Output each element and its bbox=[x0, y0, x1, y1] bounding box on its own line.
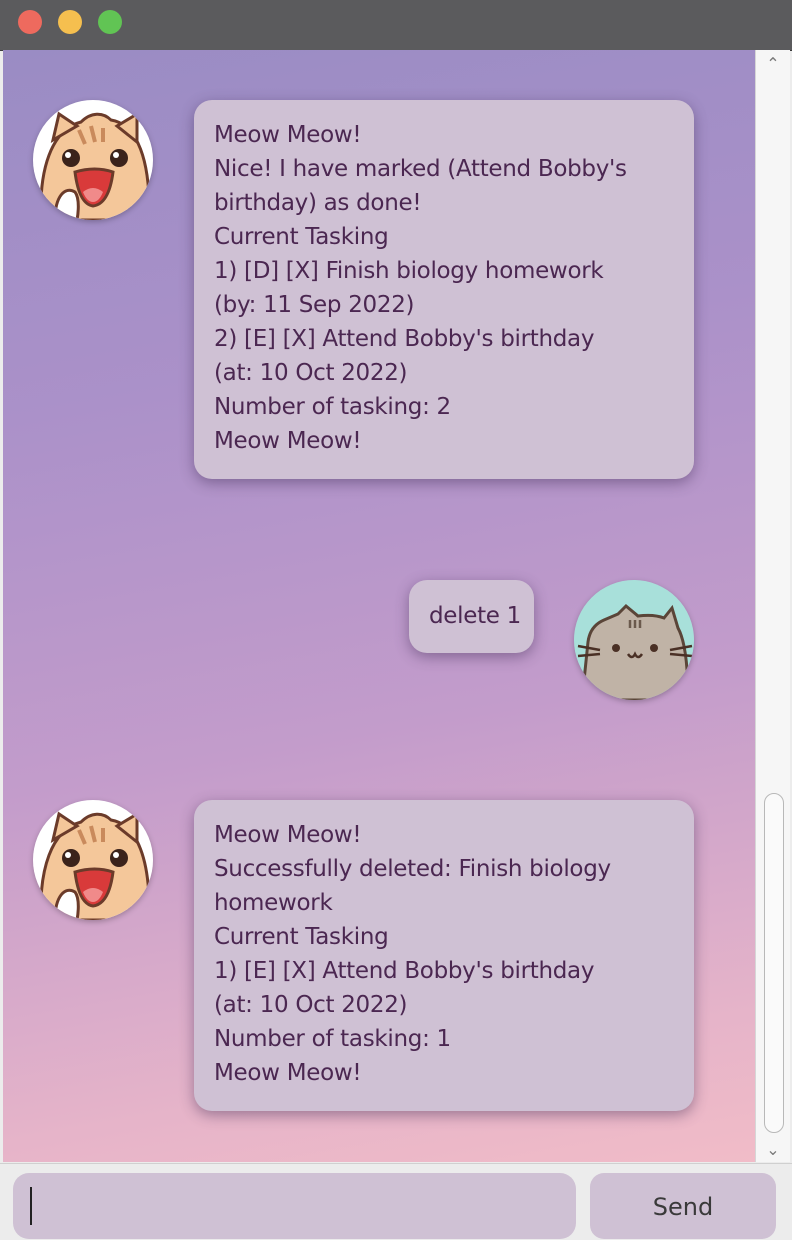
send-button[interactable]: Send bbox=[590, 1173, 776, 1239]
message-line: 1) [D] [X] Finish biology homework bbox=[214, 258, 604, 284]
message-line: delete 1 bbox=[429, 603, 522, 629]
message-line: Meow Meow! bbox=[214, 122, 362, 148]
message-line: homework bbox=[214, 890, 333, 916]
pusheen-cat-icon bbox=[574, 580, 694, 700]
cat-mascot-icon bbox=[33, 800, 153, 920]
user-message-bubble: delete 1 bbox=[409, 580, 534, 653]
user-avatar bbox=[574, 580, 694, 700]
message-input[interactable] bbox=[13, 1173, 576, 1239]
scroll-thumb[interactable] bbox=[764, 793, 784, 1133]
message-line: Meow Meow! bbox=[214, 1060, 362, 1086]
message-line: Nice! I have marked (Attend Bobby's bbox=[214, 156, 627, 182]
app-window: Meow Meow! Nice! I have marked (Attend B… bbox=[0, 0, 792, 1240]
message-line: Number of tasking: 2 bbox=[214, 394, 451, 420]
bot-avatar bbox=[33, 100, 153, 220]
message-line: birthday) as done! bbox=[214, 190, 422, 216]
message-line: 2) [E] [X] Attend Bobby's birthday bbox=[214, 326, 595, 352]
message-line: Meow Meow! bbox=[214, 428, 362, 454]
text-caret bbox=[30, 1187, 32, 1225]
message-line: Number of tasking: 1 bbox=[214, 1026, 451, 1052]
message-line: Successfully deleted: Finish biology bbox=[214, 856, 611, 882]
message-line: 1) [E] [X] Attend Bobby's birthday bbox=[214, 958, 595, 984]
cat-mascot-icon bbox=[33, 100, 153, 220]
bot-message-bubble: Meow Meow! Nice! I have marked (Attend B… bbox=[194, 100, 694, 479]
minimize-window-button[interactable] bbox=[58, 10, 82, 34]
scroll-up-arrow-icon[interactable]: ⌃ bbox=[763, 56, 783, 72]
message-line: Current Tasking bbox=[214, 924, 389, 950]
message-line: Current Tasking bbox=[214, 224, 389, 250]
maximize-window-button[interactable] bbox=[98, 10, 122, 34]
message-line: (at: 10 Oct 2022) bbox=[214, 360, 408, 386]
title-bar bbox=[0, 0, 792, 51]
message-line: (by: 11 Sep 2022) bbox=[214, 292, 415, 318]
scroll-down-arrow-icon[interactable]: ⌄ bbox=[763, 1142, 783, 1158]
bot-avatar bbox=[33, 800, 153, 920]
close-window-button[interactable] bbox=[18, 10, 42, 34]
scroll-track[interactable] bbox=[764, 80, 784, 1160]
input-bar: Send bbox=[0, 1163, 792, 1240]
vertical-scrollbar[interactable]: ⌃ ⌄ bbox=[755, 50, 790, 1162]
chat-pane[interactable]: Meow Meow! Nice! I have marked (Attend B… bbox=[3, 50, 755, 1162]
message-line: Meow Meow! bbox=[214, 822, 362, 848]
bot-message-bubble: Meow Meow! Successfully deleted: Finish … bbox=[194, 800, 694, 1111]
message-line: (at: 10 Oct 2022) bbox=[214, 992, 408, 1018]
